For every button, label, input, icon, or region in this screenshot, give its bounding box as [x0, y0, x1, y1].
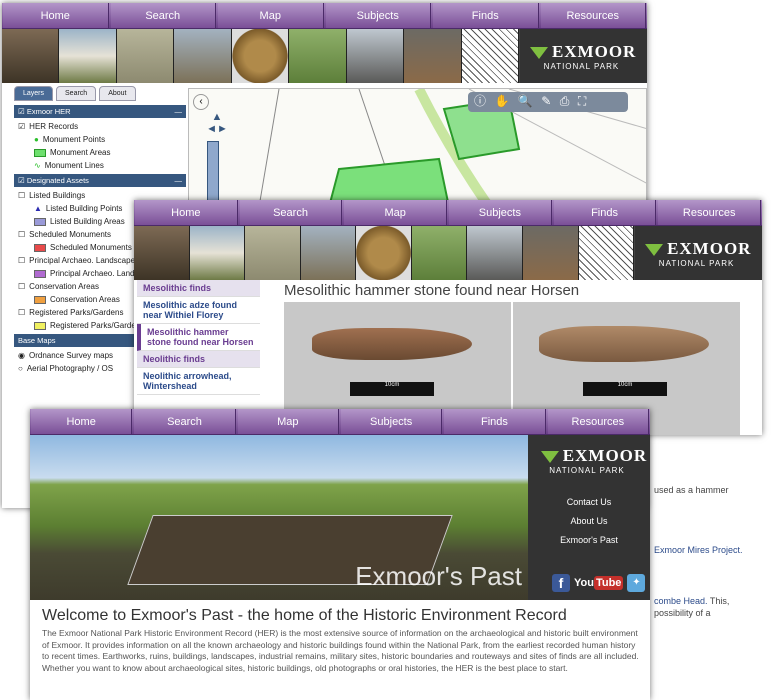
welcome-heading: Welcome to Exmoor's Past - the home of t…	[42, 607, 567, 624]
print-icon[interactable]: ⎙	[560, 94, 570, 108]
exmoor-logo[interactable]: EXMOOR NATIONAL PARK	[634, 226, 762, 280]
home-window: Home Search Map Subjects Finds Resources…	[30, 409, 650, 700]
nav-search[interactable]: Search	[110, 3, 216, 28]
photo-banner: EXMOOR NATIONAL PARK	[134, 226, 762, 280]
fullscreen-icon[interactable]: ⛶	[578, 94, 586, 108]
exmoor-logo[interactable]: EXMOOR NATIONAL PARK	[518, 29, 647, 83]
nav-finds[interactable]: Finds	[444, 409, 546, 434]
nav-resources[interactable]: Resources	[540, 3, 646, 28]
hero-caption: Exmoor's Past	[355, 561, 522, 591]
nav-map[interactable]: Map	[218, 3, 324, 28]
main-nav: Home Search Map Subjects Finds Resources	[30, 409, 650, 435]
info-icon[interactable]: ⓘ	[474, 94, 486, 108]
zoom-slider[interactable]	[207, 141, 219, 205]
exmoors-past-link[interactable]: Exmoor's Past	[528, 535, 650, 545]
nav-resources[interactable]: Resources	[658, 200, 762, 225]
chevron-left-icon[interactable]: ‹	[193, 94, 209, 110]
about-link[interactable]: About Us	[528, 516, 650, 526]
map-view[interactable]: ‹ ▲ ◄► ⓘ ✋ 🔍 ✎ ⎙ ⛶	[188, 86, 647, 210]
scale-bar: 10cm	[583, 382, 667, 396]
facebook-icon[interactable]: f	[552, 574, 570, 592]
nav-home[interactable]: Home	[135, 200, 238, 225]
measure-icon[interactable]: ✎	[541, 94, 551, 108]
hammer-stone	[539, 326, 709, 362]
tab-search[interactable]: Search	[56, 86, 97, 101]
nav-map[interactable]: Map	[344, 200, 448, 225]
nav-search[interactable]: Search	[134, 409, 236, 434]
social-links: f You Tube ✦	[552, 574, 646, 592]
peek-text: used as a hammer	[654, 485, 729, 495]
park-emblem-icon	[540, 450, 559, 463]
photo-banner: EXMOOR NATIONAL PARK	[2, 29, 647, 83]
nav-subjects[interactable]: Subjects	[325, 3, 431, 28]
nav-map[interactable]: Map	[237, 409, 339, 434]
group-designated-assets[interactable]: ☑ Designated Assets —	[14, 174, 186, 187]
peek-text: combe Head. This,	[654, 596, 730, 606]
nav-finds[interactable]: Finds	[433, 3, 539, 28]
legend-monument-points: ● Monument Points	[34, 135, 106, 144]
nav-search[interactable]: Search	[239, 200, 343, 225]
hero-image: Exmoor's Past	[30, 435, 528, 600]
nav-resources[interactable]: Resources	[547, 409, 649, 434]
nav-home[interactable]: Home	[3, 3, 109, 28]
intro-paragraph: The Exmoor National Park Historic Enviro…	[42, 628, 639, 673]
layer-her-records[interactable]: ☑ HER Records	[14, 120, 186, 133]
legend-monument-areas: Monument Areas	[14, 146, 186, 159]
group-exmoor-her[interactable]: ☑ Exmoor HER —	[14, 105, 186, 118]
nav-home[interactable]: Home	[31, 409, 133, 434]
collapse-icon[interactable]: —	[175, 176, 183, 185]
list-item-current[interactable]: Mesolithic hammer stone found near Horse…	[137, 324, 260, 351]
contact-link[interactable]: Contact Us	[528, 497, 650, 507]
nav-finds[interactable]: Finds	[553, 200, 657, 225]
list-heading-mesolithic: Mesolithic finds	[137, 280, 260, 297]
hammer-stone	[312, 328, 472, 360]
list-heading-neolithic: Neolithic finds	[137, 351, 260, 368]
peek-text: possibility of a	[654, 608, 711, 618]
peek-link[interactable]: Exmoor Mires Project.	[654, 545, 743, 555]
pan-control-icon[interactable]: ▲ ◄►	[205, 111, 229, 137]
exmoor-logo[interactable]: EXMOOR NATIONAL PARK	[528, 435, 650, 485]
zoom-in-icon[interactable]: 🔍	[518, 94, 533, 108]
main-nav: Home Search Map Subjects Finds Resources	[134, 200, 762, 226]
park-emblem-icon	[645, 243, 664, 256]
tab-layers[interactable]: Layers	[14, 86, 54, 101]
finds-list: Mesolithic finds Mesolithic adze found n…	[137, 280, 260, 395]
scale-bar: 10cm	[350, 382, 434, 396]
nav-subjects[interactable]: Subjects	[449, 200, 552, 225]
pan-hand-icon[interactable]: ✋	[494, 94, 509, 108]
tab-about[interactable]: About	[99, 86, 136, 101]
map-toolbar: ⓘ ✋ 🔍 ✎ ⎙ ⛶	[468, 92, 628, 112]
page-title: Mesolithic hammer stone found near Horse…	[284, 282, 580, 299]
nav-subjects[interactable]: Subjects	[340, 409, 443, 434]
legend-monument-lines: ∿ Monument Lines	[34, 161, 104, 170]
list-item[interactable]: Neolithic arrowhead, Wintershead	[137, 368, 260, 395]
park-emblem-icon	[529, 46, 548, 59]
side-panel: EXMOOR NATIONAL PARK Contact Us About Us …	[528, 435, 650, 600]
twitter-icon[interactable]: ✦	[627, 574, 646, 592]
main-nav: Home Search Map Subjects Finds Resources	[2, 3, 647, 29]
list-item[interactable]: Mesolithic adze found near Withiel Flore…	[137, 297, 260, 324]
finds-window: Home Search Map Subjects Finds Resources…	[134, 200, 762, 435]
collapse-icon[interactable]: —	[175, 107, 183, 116]
youtube-icon[interactable]: You Tube	[574, 576, 624, 590]
